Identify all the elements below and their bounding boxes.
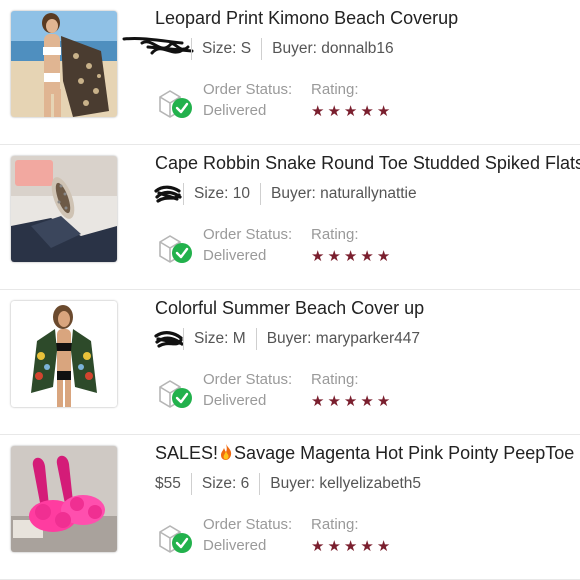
listing-thumbnail[interactable] bbox=[11, 446, 117, 552]
rating: Rating: ★ ★ ★ ★ ★ bbox=[311, 79, 390, 121]
rating: Rating: ★ ★ ★ ★ ★ bbox=[311, 369, 390, 411]
order-status: Order Status: Delivered bbox=[203, 514, 292, 556]
listing-meta: $55 Size: 6 Buyer: kellyelizabeth5 bbox=[155, 472, 421, 496]
divider bbox=[255, 328, 257, 350]
star-icon: ★ bbox=[360, 248, 374, 265]
price-text: $55 bbox=[155, 475, 181, 492]
delivered-box-icon bbox=[159, 235, 192, 263]
fire-icon bbox=[221, 444, 232, 460]
buyer-text[interactable]: Buyer: donnalb16 bbox=[272, 40, 394, 58]
sold-listings: Leopard Print Kimono Beach Coverup Size:… bbox=[0, 0, 580, 580]
star-icon: ★ bbox=[327, 393, 341, 410]
star-icon: ★ bbox=[376, 248, 391, 265]
star-rating: ★ ★ ★ ★ ★ bbox=[311, 248, 390, 266]
star-icon: ★ bbox=[376, 103, 391, 120]
star-icon: ★ bbox=[360, 538, 374, 555]
listing-title-text: Savage Magenta Hot Pink Pointy PeepToe bbox=[234, 443, 575, 463]
snake-flats-photo bbox=[11, 156, 117, 262]
rating-label: Rating: bbox=[311, 226, 359, 243]
order-status-label: Order Status: bbox=[203, 516, 293, 533]
rating-label: Rating: bbox=[311, 516, 359, 533]
divider bbox=[183, 183, 184, 205]
size-text: Size: S bbox=[202, 40, 252, 57]
order-status-value: Delivered bbox=[203, 392, 267, 409]
divider bbox=[259, 473, 261, 495]
listing-meta: Size: S Buyer: donnalb16 bbox=[155, 37, 394, 61]
list-item[interactable]: Cape Robbin Snake Round Toe Studded Spik… bbox=[0, 145, 580, 290]
rating-label: Rating: bbox=[311, 81, 359, 98]
delivered-box-icon bbox=[159, 525, 192, 553]
star-icon: ★ bbox=[376, 538, 391, 555]
listing-title[interactable]: Colorful Summer Beach Cover up bbox=[155, 298, 424, 319]
rating-label: Rating: bbox=[311, 371, 359, 388]
star-icon: ★ bbox=[311, 248, 325, 265]
rating: Rating: ★ ★ ★ ★ ★ bbox=[311, 224, 390, 266]
star-rating: ★ ★ ★ ★ ★ bbox=[311, 103, 390, 121]
divider bbox=[190, 473, 192, 495]
star-icon: ★ bbox=[360, 393, 374, 410]
size-text: Size: 10 bbox=[194, 185, 251, 202]
list-item[interactable]: Leopard Print Kimono Beach Coverup Size:… bbox=[0, 0, 580, 145]
listing-title[interactable]: Cape Robbin Snake Round Toe Studded Spik… bbox=[155, 153, 580, 174]
listing-thumbnail[interactable] bbox=[11, 156, 117, 262]
star-icon: ★ bbox=[327, 248, 341, 265]
star-icon: ★ bbox=[343, 538, 358, 555]
star-icon: ★ bbox=[311, 393, 325, 410]
rating: Rating: ★ ★ ★ ★ ★ bbox=[311, 514, 390, 556]
listing-title[interactable]: Leopard Print Kimono Beach Coverup bbox=[155, 8, 458, 29]
order-status-label: Order Status: bbox=[203, 81, 293, 98]
order-status: Order Status: Delivered bbox=[203, 369, 292, 411]
sales-prefix: SALES! bbox=[155, 443, 219, 463]
list-item[interactable]: SALES! Savage Magenta Hot Pink Pointy Pee… bbox=[0, 435, 580, 580]
list-item[interactable]: Colorful Summer Beach Cover up Size: M B… bbox=[0, 290, 580, 435]
star-icon: ★ bbox=[376, 393, 391, 410]
order-status-value: Delivered bbox=[203, 247, 267, 264]
order-status-value: Delivered bbox=[203, 102, 267, 119]
star-icon: ★ bbox=[311, 538, 325, 555]
buyer-text[interactable]: Buyer: kellyelizabeth5 bbox=[270, 475, 421, 493]
listing-thumbnail[interactable] bbox=[11, 11, 117, 117]
order-status: Order Status: Delivered bbox=[203, 224, 292, 266]
listing-meta: Size: M Buyer: maryparker447 bbox=[155, 327, 420, 351]
listing-meta: Size: 10 Buyer: naturallynattie bbox=[155, 182, 417, 206]
star-icon: ★ bbox=[327, 538, 341, 555]
delivered-box-icon bbox=[159, 380, 192, 408]
listing-title[interactable]: SALES! Savage Magenta Hot Pink Pointy Pee… bbox=[155, 443, 574, 464]
divider bbox=[260, 183, 262, 205]
listing-thumbnail[interactable] bbox=[11, 301, 117, 407]
order-status-label: Order Status: bbox=[203, 226, 293, 243]
star-rating: ★ ★ ★ ★ ★ bbox=[311, 538, 390, 556]
cover-up-photo bbox=[11, 301, 117, 407]
order-status-label: Order Status: bbox=[203, 371, 293, 388]
star-icon: ★ bbox=[343, 393, 358, 410]
size-text: Size: 6 bbox=[201, 475, 250, 492]
beach-kimono-photo bbox=[11, 11, 117, 117]
delivered-box-icon bbox=[159, 90, 192, 118]
divider bbox=[191, 38, 192, 60]
star-rating: ★ ★ ★ ★ ★ bbox=[311, 393, 390, 411]
pink-heels-photo bbox=[11, 446, 117, 552]
star-icon: ★ bbox=[343, 103, 358, 120]
divider bbox=[183, 328, 184, 350]
buyer-text[interactable]: Buyer: naturallynattie bbox=[271, 185, 417, 203]
order-status: Order Status: Delivered bbox=[203, 79, 292, 121]
star-icon: ★ bbox=[343, 248, 358, 265]
star-icon: ★ bbox=[327, 103, 341, 120]
star-icon: ★ bbox=[360, 103, 374, 120]
divider bbox=[261, 38, 263, 60]
buyer-text[interactable]: Buyer: maryparker447 bbox=[267, 330, 420, 348]
star-icon: ★ bbox=[311, 103, 325, 120]
size-text: Size: M bbox=[194, 330, 246, 347]
order-status-value: Delivered bbox=[203, 537, 267, 554]
